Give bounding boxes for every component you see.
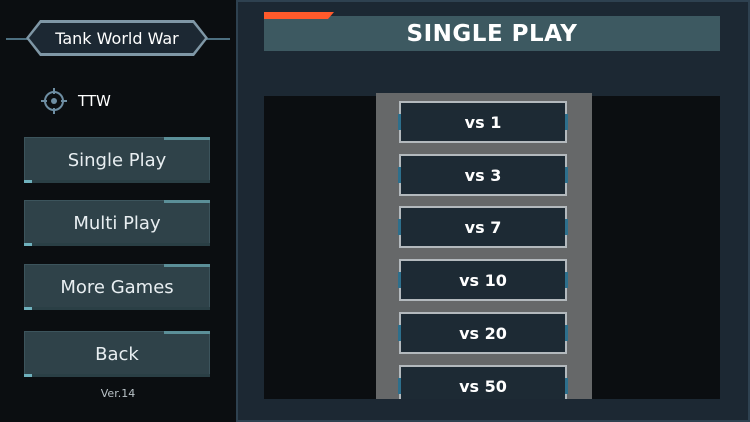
vs-3-button[interactable]: vs 3 <box>398 154 568 196</box>
single-play-button[interactable]: Single Play <box>24 137 210 183</box>
crosshair-icon <box>41 88 67 114</box>
sidebar: Tank World War TTW Single Play Multi Pla… <box>0 0 236 422</box>
game-title-badge: Tank World War <box>26 20 208 56</box>
vs-1-button[interactable]: vs 1 <box>398 101 568 143</box>
version-label: Ver.14 <box>100 387 136 400</box>
main-panel: SINGLE PLAY vs 1 vs 3 vs 7 vs 10 vs 20 v… <box>236 0 750 422</box>
page-title: SINGLE PLAY <box>264 16 720 51</box>
opponent-list[interactable]: vs 1 vs 3 vs 7 vs 10 vs 20 vs 50 <box>376 93 592 399</box>
multi-play-button[interactable]: Multi Play <box>24 200 210 246</box>
vs-7-button[interactable]: vs 7 <box>398 206 568 248</box>
vs-50-button[interactable]: vs 50 <box>398 365 568 399</box>
opponent-list-area: vs 1 vs 3 vs 7 vs 10 vs 20 vs 50 <box>264 93 720 399</box>
vs-10-button[interactable]: vs 10 <box>398 259 568 301</box>
header-accent-stripe <box>264 12 334 19</box>
player-name: TTW <box>78 92 111 110</box>
more-games-button[interactable]: More Games <box>24 264 210 310</box>
player-row: TTW <box>40 88 111 114</box>
back-button[interactable]: Back <box>24 331 210 377</box>
game-title: Tank World War <box>29 23 205 53</box>
vs-20-button[interactable]: vs 20 <box>398 312 568 354</box>
